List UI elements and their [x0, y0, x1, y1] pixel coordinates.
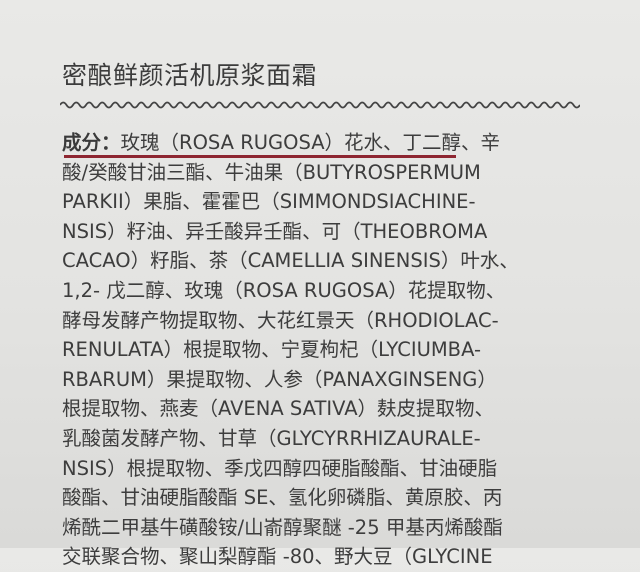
ingredients-line: 成分：玫瑰（ROSA RUGOSA）花水、丁二醇、辛 [62, 128, 634, 158]
product-title: 密酿鲜颜活机原浆面霜 [62, 61, 318, 90]
ingredients-line: 酵母发酵产物提取物、大花红景天（RHODIOLAC- [62, 308, 499, 332]
ingredients-line: 乳酸菌发酵产物、甘草（GLYCYRRHIZAURALE- [62, 426, 481, 450]
ingredients-text: 成分：玫瑰（ROSA RUGOSA）花水、丁二醇、辛 酸/癸酸甘油三酯、牛油果（… [62, 128, 634, 572]
ingredients-line: RENULATA）根提取物、宁夏枸杞（LYCIUMBA- [62, 338, 482, 362]
ingredients-line: 交联聚合物、聚山梨醇酯 -80、野大豆（GLYCINE [62, 545, 493, 569]
ingredients-line: NSIS）籽油、异壬酸异壬酯、可（THEOBROMA [62, 219, 488, 243]
wavy-divider [60, 101, 580, 109]
ingredients-line: 根提取物、燕麦（AVENA SATIVA）麸皮提取物、 [62, 397, 495, 421]
ingredients-line: NSIS）根提取物、季戊四醇四硬脂酸酯、甘油硬脂 [62, 456, 498, 480]
ingredients-line: PARKII）果脂、霍霍巴（SIMMONDSIACHINE- [62, 190, 476, 214]
ingredients-line: RBARUM）果提取物、人参（PANAXGINSENG） [62, 367, 497, 391]
ingredients-line: 酸/癸酸甘油三酯、牛油果（BUTYROSPERMUM [62, 160, 481, 184]
product-label: 密酿鲜颜活机原浆面霜 成分：玫瑰（ROSA RUGOSA）花水、丁二醇、辛 酸/… [0, 0, 640, 568]
ingredients-line: 1,2- 戊二醇、玫瑰（ROSA RUGOSA）花提取物、 [62, 278, 506, 302]
ingredients-heading: 成分： [62, 131, 121, 154]
ingredients-line: 酸酯、甘油硬脂酸酯 SE、氢化卵磷脂、黄原胶、丙 [62, 486, 503, 510]
ingredients-line: CACAO）籽脂、茶（CAMELLIA SINENSIS）叶水、 [62, 249, 519, 273]
ingredients-line: 烯酰二甲基牛磺酸铵/山嵛醇聚醚 -25 甲基丙烯酸酯 [62, 515, 503, 539]
ingredients-line-text: 玫瑰（ROSA RUGOSA）花水、丁二醇、辛 [120, 131, 501, 154]
